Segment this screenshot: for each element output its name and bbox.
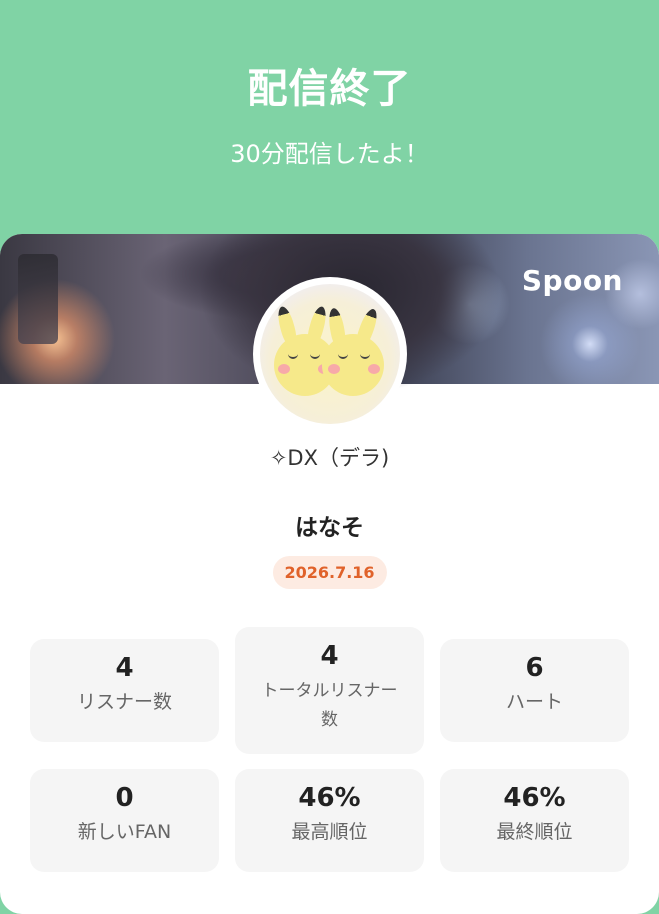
cheek-shape (328, 364, 340, 374)
ear-shape (353, 306, 381, 350)
stat-label: 最終順位 (496, 821, 573, 843)
page-subtitle: 30分配信したよ！ (230, 140, 429, 168)
pikachu-avatar-icon (260, 284, 400, 424)
spoon-logo: Spoon (521, 264, 623, 297)
ear-shape (275, 304, 299, 348)
pikachu-right-shape (322, 306, 384, 396)
page-title: 配信終了 (247, 66, 412, 112)
broadcast-title: はなそ (295, 515, 364, 541)
stat-value: 46% (503, 783, 566, 813)
date-badge: 2026.7.16 (272, 556, 387, 589)
eye-shape (310, 354, 320, 359)
stat-new-fans: 0 新しいFAN (30, 769, 219, 872)
ear-shape (326, 307, 348, 349)
stat-value: 4 (115, 653, 134, 683)
lamp-decoration (18, 254, 58, 344)
stat-label: 新しいFAN (77, 821, 172, 843)
stat-final-rank: 46% 最終順位 (440, 769, 629, 872)
stat-total-listeners: 4 トータルリスナー数 (235, 627, 424, 754)
stat-label: ハート (505, 691, 563, 713)
stat-value: 46% (298, 783, 361, 813)
ear-shape (305, 304, 329, 348)
stat-hearts: 6 ハート (440, 639, 629, 742)
result-card: Spoon ✧DX（デラ) はなそ 2026.7.16 4 リスナー数 4 トー… (0, 234, 659, 914)
header: 配信終了 30分配信したよ！ (0, 0, 659, 235)
stat-value: 4 (320, 641, 339, 671)
cheek-shape (368, 364, 380, 374)
eye-shape (338, 354, 348, 359)
avatar[interactable] (256, 280, 404, 428)
stat-label: トータルリスナー数 (261, 681, 398, 730)
stat-listeners: 4 リスナー数 (30, 639, 219, 742)
stat-highest-rank: 46% 最高順位 (235, 769, 424, 872)
stat-label: 最高順位 (291, 821, 368, 843)
cheek-shape (278, 364, 290, 374)
eye-shape (360, 354, 370, 359)
stat-value: 6 (525, 653, 544, 683)
stat-label: リスナー数 (76, 691, 172, 713)
dj-name: ✧DX（デラ) (269, 446, 390, 470)
stat-value: 0 (115, 783, 134, 813)
eye-shape (288, 354, 298, 359)
